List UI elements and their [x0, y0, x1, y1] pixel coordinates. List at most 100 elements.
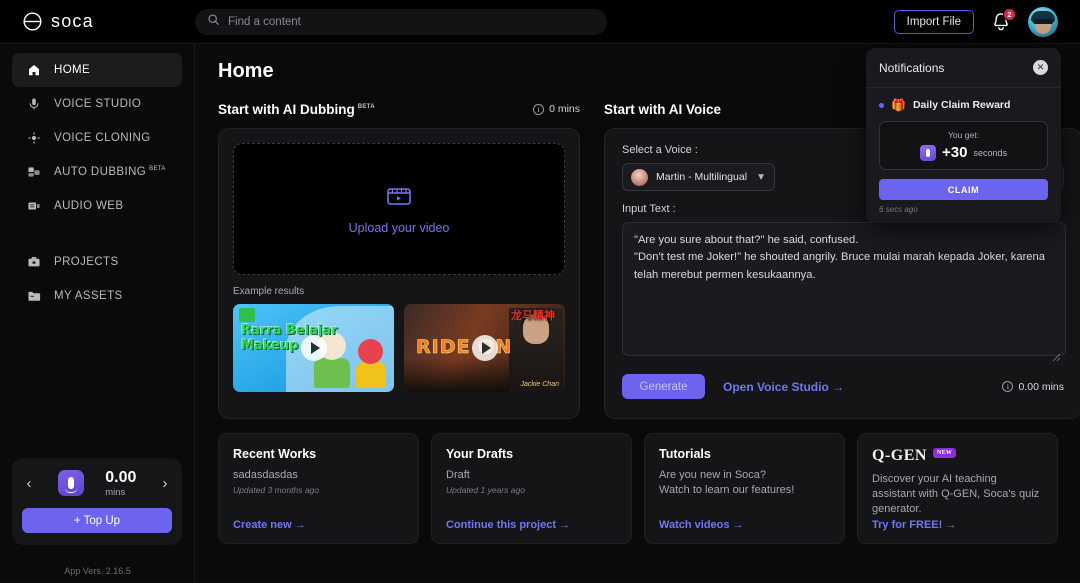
- sidebar-item-label: PROJECTS: [54, 256, 119, 268]
- beta-badge: BETA: [149, 166, 166, 173]
- ai-dubbing-section: Start with AI Dubbing BETA i 0 mins Uplo…: [218, 99, 580, 419]
- folder-icon: [26, 289, 41, 304]
- generate-button[interactable]: Generate: [622, 374, 705, 399]
- sidebar: HOME VOICE STUDIO VOICE CLONING AUTO DUB…: [0, 44, 195, 583]
- card-title: Tutorials: [659, 447, 711, 461]
- voice-select-dropdown[interactable]: Martin - Multilingual ▼: [622, 163, 775, 191]
- play-icon[interactable]: [300, 335, 327, 361]
- sidebar-item-projects[interactable]: PROJECTS: [12, 245, 182, 279]
- notifications-panel: Notifications ✕ 🎁 Daily Claim Reward You…: [866, 48, 1061, 223]
- beta-badge: BETA: [357, 104, 375, 110]
- sidebar-item-my-assets[interactable]: MY ASSETS: [12, 279, 182, 313]
- video-upload-dropzone[interactable]: Upload your video: [233, 143, 565, 275]
- dubbing-icon: [26, 165, 41, 180]
- play-icon[interactable]: [471, 335, 498, 361]
- reward-caption: You get:: [948, 130, 979, 140]
- notifications-header: Notifications ✕: [866, 48, 1061, 88]
- waveform-icon: [26, 131, 41, 146]
- search-wrapper: [195, 8, 607, 35]
- voice-mins-label: 0.00 mins: [1018, 380, 1064, 393]
- credits-unit: mins: [105, 486, 126, 498]
- card-subtitle: Discover your AI teaching assistant with…: [872, 473, 1040, 515]
- projects-icon: [26, 255, 41, 270]
- gift-icon: 🎁: [891, 98, 906, 112]
- new-badge: NEW: [932, 448, 957, 458]
- card-subtitle: Draft: [446, 469, 470, 481]
- notification-item[interactable]: 🎁 Daily Claim Reward: [879, 99, 1048, 111]
- input-text-area[interactable]: [622, 222, 1066, 356]
- info-icon: i: [1002, 381, 1014, 392]
- sidebar-item-text: VOICE CLONING: [54, 132, 151, 144]
- card-meta: Updated 1 years ago: [446, 484, 525, 495]
- example-results-label: Example results: [233, 286, 305, 297]
- card-link[interactable]: Try for FREE! →: [872, 519, 956, 531]
- info-icon: i: [533, 103, 545, 115]
- notifications-bell-button[interactable]: 2: [990, 8, 1016, 33]
- card-link[interactable]: Create new →: [233, 519, 306, 531]
- qgen-card[interactable]: Q-GEN NEW Discover your AI teaching assi…: [857, 433, 1058, 544]
- avatar-glasses: [1033, 19, 1053, 24]
- card-link[interactable]: Watch videos →: [659, 519, 744, 531]
- audio-web-icon: [26, 199, 41, 214]
- search-box[interactable]: [195, 8, 607, 35]
- sidebar-item-auto-dubbing[interactable]: AUTO DUBBING BETA: [12, 155, 182, 189]
- sidebar-item-label: VOICE CLONING: [54, 132, 151, 144]
- upload-label: Upload your video: [348, 220, 450, 235]
- search-icon: [207, 13, 220, 31]
- input-text-wrapper: [622, 222, 1066, 362]
- search-input[interactable]: [228, 15, 595, 28]
- brand-name: soca: [51, 11, 94, 31]
- microphone-icon: [26, 97, 41, 112]
- credits-value-group: 0.00 mins: [105, 468, 137, 498]
- sidebar-nav: HOME VOICE STUDIO VOICE CLONING AUTO DUB…: [0, 44, 194, 313]
- card-subtitle: sadasdasdas: [233, 469, 298, 481]
- sidebar-item-label: AUTO DUBBING BETA: [54, 166, 166, 178]
- notification-count-badge: 2: [1003, 8, 1016, 21]
- sidebar-item-voice-cloning[interactable]: VOICE CLONING: [12, 121, 182, 155]
- your-drafts-card[interactable]: Your Drafts Draft Updated 1 years ago Co…: [431, 433, 632, 544]
- sidebar-item-label: VOICE STUDIO: [54, 98, 142, 110]
- import-file-button[interactable]: Import File: [893, 10, 974, 34]
- example-thumbnail-rarra[interactable]: Rarra Belajar Makeup: [233, 304, 394, 392]
- thumb-badge: [239, 308, 255, 322]
- card-title: Recent Works: [233, 447, 317, 461]
- sidebar-item-label: AUDIO WEB: [54, 200, 124, 212]
- chevron-left-icon[interactable]: ‹: [22, 476, 36, 491]
- example-thumbnail-ride-on[interactable]: 龙马精神 RIDE ON Jackie Chan: [404, 304, 565, 392]
- recent-works-card[interactable]: Recent Works sadasdasdas Updated 3 month…: [218, 433, 419, 544]
- notifications-body: 🎁 Daily Claim Reward You get: +30 second…: [866, 88, 1061, 223]
- top-up-button[interactable]: + Top Up: [22, 508, 172, 533]
- thumb-title: RIDE ON: [416, 336, 513, 359]
- sidebar-item-text: AUTO DUBBING: [54, 166, 147, 178]
- unread-dot: [879, 102, 884, 108]
- card-title: Q-GEN: [872, 447, 927, 464]
- bottom-cards-row: Recent Works sadasdasdas Updated 3 month…: [218, 433, 1058, 544]
- app-header: soca Import File: [0, 0, 1080, 44]
- card-subtitle: Are you new in Soca? Watch to learn our …: [659, 469, 795, 496]
- chevron-right-icon[interactable]: ›: [158, 476, 172, 491]
- thumb-character-1: [314, 358, 350, 388]
- video-upload-icon: [386, 184, 412, 213]
- card-link[interactable]: Continue this project →: [446, 519, 570, 531]
- card-meta: Updated 3 months ago: [233, 484, 320, 495]
- thumb-chinese-title: 龙马精神: [511, 310, 555, 322]
- sidebar-item-voice-studio[interactable]: VOICE STUDIO: [12, 87, 182, 121]
- sidebar-item-home[interactable]: HOME: [12, 53, 182, 87]
- brand[interactable]: soca: [0, 11, 195, 32]
- ai-dubbing-title-text: Start with AI Dubbing: [218, 101, 355, 117]
- selected-voice-label: Martin - Multilingual: [656, 171, 748, 183]
- card-title: Your Drafts: [446, 447, 514, 461]
- credits-widget: ‹ 0.00 mins › + Top Up: [12, 457, 182, 545]
- credits-row: ‹ 0.00 mins ›: [22, 468, 172, 498]
- sidebar-item-audio-web[interactable]: AUDIO WEB: [12, 189, 182, 223]
- avatar[interactable]: [1028, 7, 1058, 37]
- open-voice-studio-link[interactable]: Open Voice Studio →: [723, 380, 844, 394]
- tutorials-card[interactable]: Tutorials Are you new in Soca? Watch to …: [644, 433, 845, 544]
- thumb-subtitle: Jackie Chan: [520, 381, 559, 388]
- claim-button[interactable]: CLAIM: [879, 179, 1048, 200]
- voice-avatar: [631, 168, 648, 186]
- nav-divider-space: [0, 223, 194, 245]
- credits-value: 0.00: [105, 468, 137, 486]
- ai-voice-title: Start with AI Voice: [604, 101, 722, 117]
- close-icon[interactable]: ✕: [1033, 60, 1048, 75]
